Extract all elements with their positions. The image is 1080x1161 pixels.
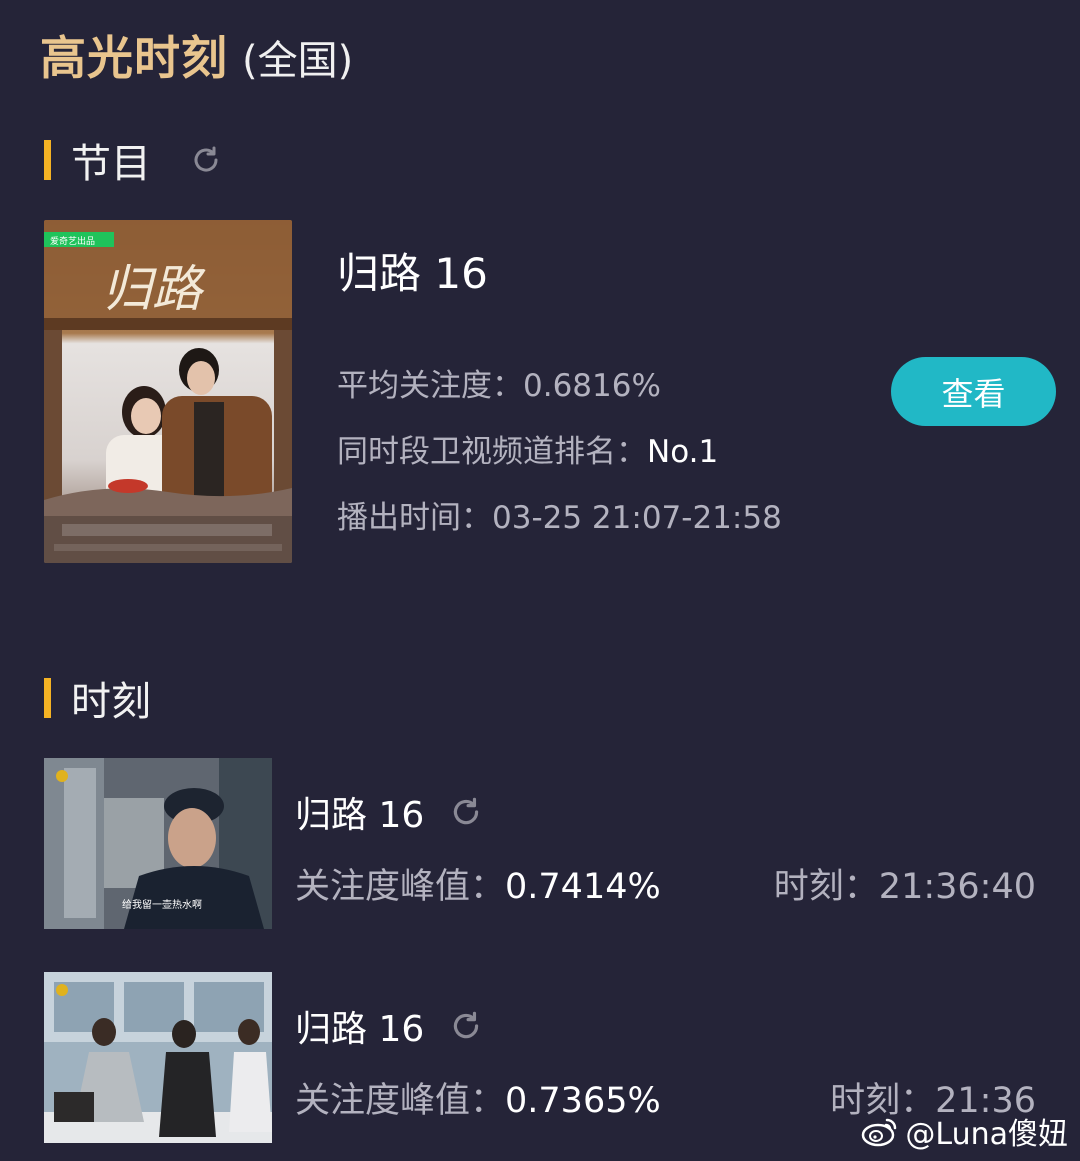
airtime-label: 播出时间：	[337, 500, 492, 536]
rank-label: 同时段卫视频道排名：	[337, 434, 647, 470]
avg-attention-value: 0.6816%	[523, 368, 661, 404]
section-accent-bar	[44, 140, 51, 180]
program-section-label: 节目	[71, 141, 151, 187]
airtime-line: 播出时间：03-25 21:07-21:58	[337, 492, 782, 537]
avg-attention-line: 平均关注度：0.6816%	[337, 360, 661, 405]
peak-value: 0.7414%	[505, 867, 661, 907]
moment-section-header: 时刻	[44, 669, 151, 727]
moment-peak: 关注度峰值：0.7365%	[295, 1072, 661, 1123]
airtime-value: 03-25 21:07-21:58	[492, 500, 782, 536]
moment-thumbnail[interactable]	[44, 972, 272, 1143]
poster-title: 归路	[102, 260, 206, 318]
moment-title-text: 归路 16	[295, 795, 425, 836]
page-title-main: 高光时刻	[40, 31, 228, 85]
rank-value: No.1	[647, 434, 719, 470]
program-section-header: 节目	[44, 131, 223, 189]
moment-title[interactable]: 归路 16	[295, 1000, 484, 1052]
moment-section-label: 时刻	[71, 679, 151, 725]
rank-line: 同时段卫视频道排名：No.1	[337, 426, 718, 471]
moment-time: 时刻：21:36:40	[774, 858, 1036, 909]
peak-value: 0.7365%	[505, 1081, 661, 1121]
time-label: 时刻：	[773, 867, 879, 907]
peak-label: 关注度峰值：	[295, 1081, 506, 1121]
page-title-scope: (全国)	[242, 38, 354, 84]
page: 高光时刻 (全国) 节目 爱奇艺出品 归路 归路 16 平均关注度：0.6816…	[0, 0, 1080, 1161]
moment-thumbnail[interactable]: 给我留一壶热水啊	[44, 758, 272, 929]
moment-subtitle: 给我留一壶热水啊	[122, 898, 202, 911]
program-title[interactable]: 归路 16	[337, 240, 488, 301]
poster-badge: 爱奇艺出品	[50, 235, 95, 247]
refresh-icon[interactable]	[448, 794, 484, 830]
moment-peak: 关注度峰值：0.7414%	[295, 858, 661, 909]
view-button[interactable]: 查看	[891, 357, 1056, 426]
time-value: 21:36:40	[878, 867, 1036, 907]
section-accent-bar	[44, 678, 51, 718]
weibo-icon	[861, 1115, 899, 1147]
program-poster[interactable]: 爱奇艺出品 归路	[44, 220, 292, 563]
refresh-icon[interactable]	[448, 1008, 484, 1044]
page-title: 高光时刻 (全国)	[40, 22, 353, 86]
moment-title[interactable]: 归路 16	[295, 786, 484, 838]
moment-title-text: 归路 16	[295, 1009, 425, 1050]
peak-label: 关注度峰值：	[295, 867, 506, 907]
weibo-watermark: @Luna傻妞	[861, 1109, 1068, 1153]
refresh-icon[interactable]	[189, 143, 223, 177]
watermark-text: @Luna傻妞	[905, 1117, 1068, 1152]
avg-attention-label: 平均关注度：	[337, 368, 523, 404]
